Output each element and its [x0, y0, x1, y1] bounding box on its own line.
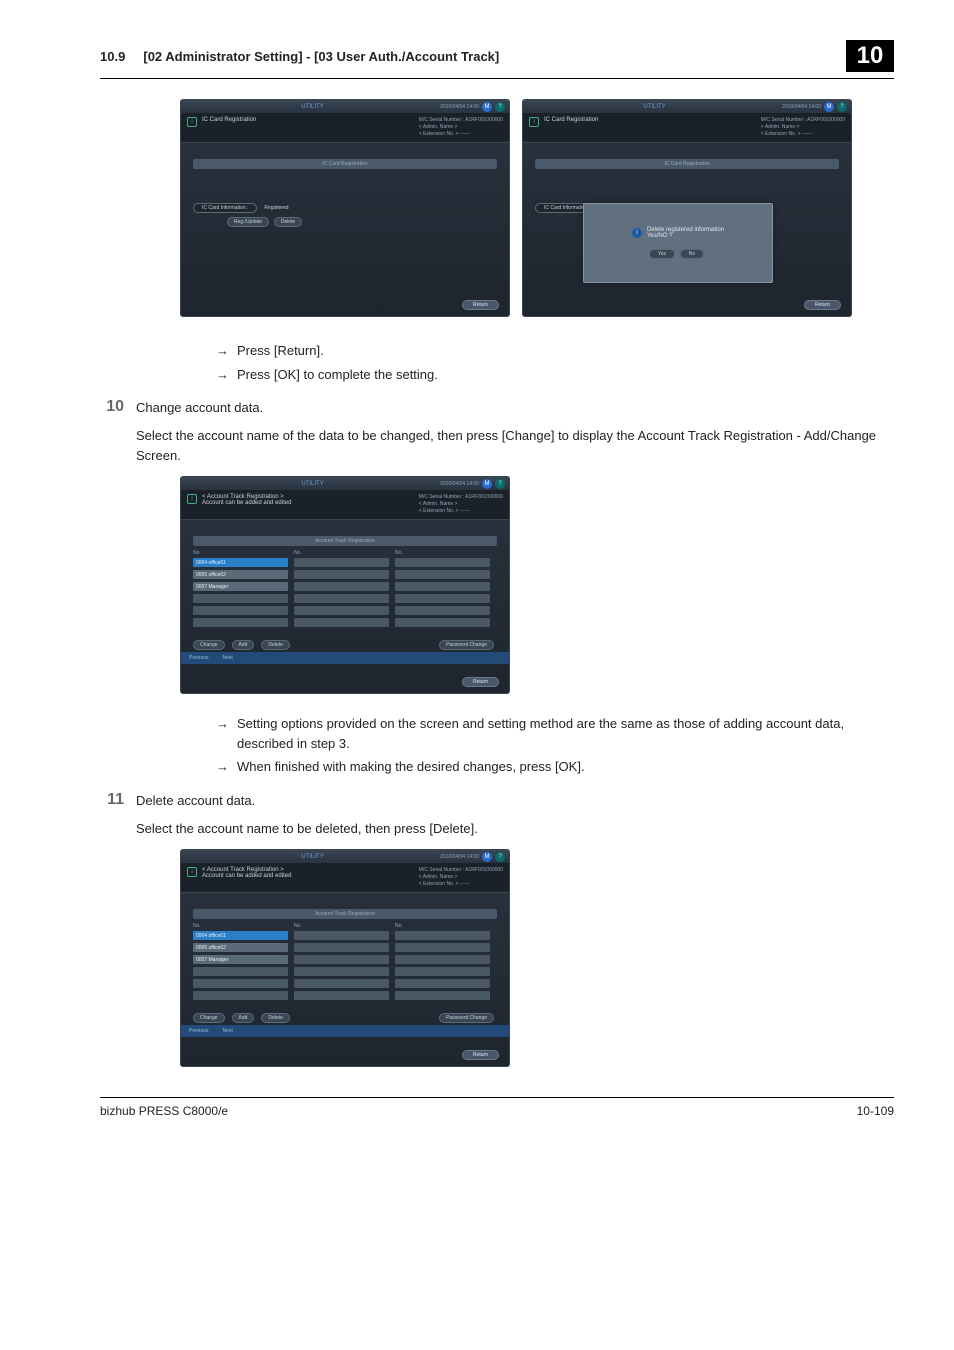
return-button[interactable]: Return — [804, 300, 841, 310]
empty-slot — [193, 606, 288, 615]
chapter-badge: 10 — [846, 40, 894, 72]
return-button[interactable]: Return — [462, 300, 499, 310]
instruction-text: Press [Return]. — [237, 341, 324, 361]
confirm-delete-dialog: i Delete registered information Yes/NO ?… — [583, 203, 773, 283]
change-button[interactable]: Change — [193, 640, 225, 650]
account-item[interactable]: 0007 Manager — [193, 955, 288, 964]
return-button[interactable]: Return — [462, 677, 499, 687]
ic-card-status: Registered — [264, 205, 288, 211]
add-button[interactable]: Add — [232, 1013, 255, 1023]
account-item[interactable]: 0005 office02 — [193, 943, 288, 952]
arrow-icon: → — [216, 365, 229, 385]
account-item[interactable]: 0004 office01 — [193, 558, 288, 567]
previous-button[interactable]: Previous — [189, 655, 208, 661]
account-item[interactable]: 0007 Manager — [193, 582, 288, 591]
info-icon: i — [529, 117, 539, 127]
device-meta: M/C Serial Number : A1RF001000000 < Admi… — [419, 117, 503, 138]
help-icon: ? — [495, 102, 505, 112]
memory-icon: M — [824, 102, 834, 112]
info-icon: i — [187, 494, 197, 504]
reg-update-button[interactable]: Reg./Update — [227, 217, 269, 227]
step-description: Select the account name of the data to b… — [136, 426, 894, 466]
panel-heading: IC Card Registration — [193, 159, 497, 169]
change-button[interactable]: Change — [193, 1013, 225, 1023]
arrow-icon: → — [216, 757, 229, 777]
instruction-text: Setting options provided on the screen a… — [237, 714, 894, 753]
password-change-button[interactable]: Password Change — [439, 1013, 494, 1023]
delete-button[interactable]: Delete — [274, 217, 302, 227]
account-item[interactable]: 0005 office02 — [193, 570, 288, 579]
no-button[interactable]: No — [680, 249, 704, 259]
add-button[interactable]: Add — [232, 640, 255, 650]
help-icon: ? — [837, 102, 847, 112]
step-heading: Change account data. — [136, 398, 894, 418]
info-icon: i — [187, 867, 197, 877]
dialog-message: i Delete registered information Yes/NO ? — [632, 227, 724, 239]
arrow-icon: → — [216, 714, 229, 734]
step-number: 10 — [100, 398, 136, 466]
empty-slot — [193, 594, 288, 603]
return-button[interactable]: Return — [462, 1050, 499, 1060]
screenshot-account-track-delete: UTILITY 2010/04/04 14:00 M ? i < Account… — [180, 849, 510, 1067]
step-heading: Delete account data. — [136, 791, 894, 811]
section-number: 10.9 — [100, 49, 125, 64]
step-description: Select the account name to be deleted, t… — [136, 819, 894, 839]
help-icon: ? — [495, 852, 505, 862]
product-label: bizhub PRESS C8000/e — [100, 1104, 228, 1118]
memory-icon: M — [482, 102, 492, 112]
utility-label: UTILITY — [185, 104, 440, 110]
step-number: 11 — [100, 791, 136, 839]
info-icon: i — [187, 117, 197, 127]
page-number: 10-109 — [857, 1104, 894, 1118]
previous-button[interactable]: Previous — [189, 1028, 208, 1034]
delete-button[interactable]: Delete — [261, 640, 289, 650]
memory-icon: M — [482, 479, 492, 489]
next-button[interactable]: Next — [222, 1028, 232, 1034]
instruction-text: When finished with making the desired ch… — [237, 757, 585, 777]
section-title: [02 Administrator Setting] - [03 User Au… — [143, 49, 499, 64]
account-item[interactable]: 0004 office01 — [193, 931, 288, 940]
page-header: 10.9 [02 Administrator Setting] - [03 Us… — [100, 49, 834, 64]
yes-button[interactable]: Yes — [649, 249, 675, 259]
ic-card-info-label: IC Card Information : — [193, 203, 257, 213]
help-icon: ? — [495, 479, 505, 489]
screenshot-account-track-change: UTILITY 2010/04/04 14:00 M ? i < Account… — [180, 476, 510, 694]
screenshot-ic-card-modal: UTILITY 2010/04/04 14:00 M ? i IC Card R… — [522, 99, 852, 317]
password-change-button[interactable]: Password Change — [439, 640, 494, 650]
screen-title: IC Card Registration — [202, 117, 419, 138]
arrow-icon: → — [216, 341, 229, 361]
empty-slot — [193, 618, 288, 627]
header-rule — [100, 78, 894, 79]
info-icon: i — [632, 228, 642, 238]
delete-button[interactable]: Delete — [261, 1013, 289, 1023]
next-button[interactable]: Next — [222, 655, 232, 661]
memory-icon: M — [482, 852, 492, 862]
timestamp: 2010/04/04 14:00 — [440, 104, 479, 110]
screenshot-ic-card: UTILITY 2010/04/04 14:00 M ? i IC Card R… — [180, 99, 510, 317]
instruction-text: Press [OK] to complete the setting. — [237, 365, 438, 385]
screen-title: < Account Track Registration > Account c… — [202, 494, 419, 515]
